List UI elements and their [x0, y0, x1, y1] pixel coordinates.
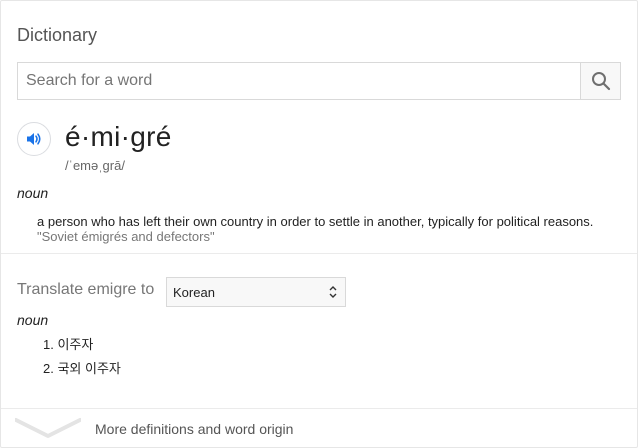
- translation-number: 1.: [43, 337, 54, 352]
- translation-item: 2. 국외 이주자: [43, 360, 121, 384]
- pronounce-button[interactable]: [17, 122, 51, 156]
- language-select[interactable]: Korean: [166, 277, 346, 307]
- translation-item: 1. 이주자: [43, 336, 121, 360]
- dictionary-card: Dictionary é·mi·gré /ˈeməˌɡrā/ noun a pe…: [0, 0, 638, 448]
- select-arrows-icon: [329, 286, 337, 298]
- translation-number: 2.: [43, 361, 54, 376]
- translation-text: 국외 이주자: [57, 361, 121, 376]
- example-text: "Soviet émigrés and defectors": [37, 229, 215, 244]
- search-icon: [591, 72, 610, 91]
- language-select-value: Korean: [173, 284, 215, 300]
- search-box: [17, 62, 621, 100]
- search-button[interactable]: [580, 63, 620, 99]
- definition-text: a person who has left their own country …: [37, 214, 594, 229]
- translation-list: 1. 이주자 2. 국외 이주자: [43, 336, 121, 384]
- translation-text: 이주자: [57, 337, 94, 352]
- divider: [1, 253, 637, 254]
- translation-part-of-speech: noun: [17, 312, 49, 328]
- phonetic-spelling: /ˈeməˌɡrā/: [65, 158, 125, 173]
- headword: é·mi·gré: [65, 121, 172, 152]
- chevron-down-icon: [15, 418, 81, 438]
- search-input[interactable]: [18, 63, 580, 99]
- card-title: Dictionary: [17, 25, 98, 45]
- translate-label: Translate emigre to: [17, 281, 155, 298]
- speaker-icon: [27, 133, 41, 145]
- part-of-speech: noun: [17, 185, 49, 201]
- more-definitions-button[interactable]: More definitions and word origin: [1, 409, 637, 447]
- more-definitions-label: More definitions and word origin: [95, 421, 294, 437]
